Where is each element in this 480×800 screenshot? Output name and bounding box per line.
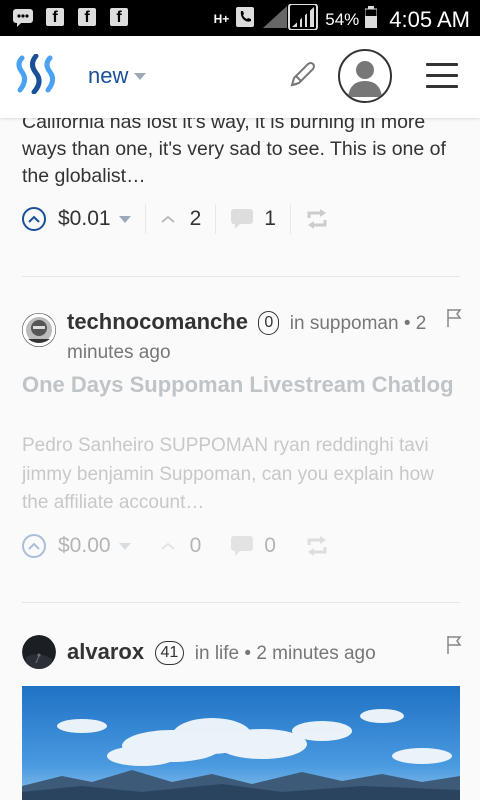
sort-dropdown-label: new [88, 63, 129, 88]
reputation-badge: 41 [154, 641, 185, 665]
facebook-notification-icon: f [108, 6, 130, 28]
payout-control[interactable]: $0.00 [22, 534, 131, 558]
comments-control[interactable]: 1 [230, 207, 276, 231]
chevron-down-icon [134, 72, 147, 80]
battery-icon [364, 6, 378, 33]
sort-dropdown[interactable]: new [88, 63, 147, 89]
battery-percent: 54% [325, 9, 360, 29]
post-body[interactable]: Pedro Sanheiro SUPPOMAN ryan reddinghi t… [22, 432, 462, 518]
payout-amount: $0.01 [58, 207, 111, 230]
post-title[interactable]: One Days Suppoman Livestream Chatlog [22, 371, 462, 399]
comment-icon [231, 536, 254, 556]
voters-control[interactable]: 2 [160, 207, 202, 231]
chevron-down-icon[interactable] [118, 542, 131, 550]
hamburger-menu-button[interactable] [426, 63, 458, 96]
post-image[interactable] [22, 686, 460, 800]
steemit-logo[interactable] [14, 53, 62, 99]
flag-icon[interactable] [446, 308, 462, 333]
vote-count: 2 [189, 207, 202, 230]
pencil-icon[interactable] [288, 59, 318, 94]
avatar-icon [348, 61, 382, 97]
payout-amount: $0.00 [58, 534, 111, 557]
facebook-notification-icon: f [44, 6, 66, 28]
post-actions: $0.00 0 0 [22, 528, 329, 564]
post-meta[interactable]: in life • 2 minutes ago [195, 643, 376, 664]
divider [215, 204, 217, 234]
post-divider [22, 602, 460, 603]
payout-control[interactable]: $0.01 [22, 207, 131, 231]
upvote-icon[interactable] [22, 207, 46, 231]
reblog-button[interactable] [305, 209, 329, 229]
flag-icon[interactable] [446, 635, 462, 660]
divider [289, 204, 291, 234]
post-meta[interactable]: in suppoman • 2 [290, 313, 427, 334]
facebook-notification-icon: f [76, 6, 98, 28]
menu-icon-bar [426, 74, 458, 77]
post-time: minutes ago [67, 342, 171, 363]
post-divider [22, 276, 460, 277]
menu-icon-bar [426, 85, 458, 88]
chevron-up-icon [160, 542, 175, 550]
chevron-up-icon [160, 215, 175, 223]
app-header: new [0, 36, 480, 118]
voters-control[interactable]: 0 [160, 534, 202, 558]
clock: 4:05 AM [389, 6, 470, 32]
network-type-indicator: H+ [213, 12, 230, 26]
vote-count: 0 [189, 534, 202, 557]
reblog-icon [307, 209, 327, 229]
user-avatar-button[interactable] [338, 49, 392, 103]
reblog-button[interactable] [305, 536, 329, 556]
reblog-icon [307, 536, 327, 556]
comment-count: 0 [264, 534, 276, 557]
chevron-down-icon[interactable] [118, 215, 131, 223]
post-actions: $0.01 2 1 [22, 201, 329, 237]
divider [144, 204, 146, 234]
comment-icon [231, 209, 254, 229]
author-avatar[interactable] [22, 313, 56, 347]
menu-icon-bar [426, 63, 458, 66]
post-header: technocomanche 0 in suppoman • 2 minutes… [22, 308, 462, 364]
chat-notification-icon [12, 6, 34, 28]
phone-icon [235, 6, 255, 33]
status-bar: f f f H+ 54% 4:05 AM [0, 0, 480, 36]
comment-count: 1 [264, 207, 276, 230]
post-header: alvarox 41 in life • 2 minutes ago [22, 635, 462, 671]
author-name[interactable]: alvarox [67, 639, 144, 664]
author-name[interactable]: technocomanche [67, 309, 248, 334]
upvote-icon[interactable] [22, 534, 46, 558]
author-avatar[interactable] [22, 635, 56, 669]
signal-icon [261, 3, 319, 35]
comments-control[interactable]: 0 [230, 534, 276, 558]
post-excerpt[interactable]: California has lost it's way, it is burn… [22, 109, 462, 190]
reputation-badge: 0 [258, 311, 280, 335]
